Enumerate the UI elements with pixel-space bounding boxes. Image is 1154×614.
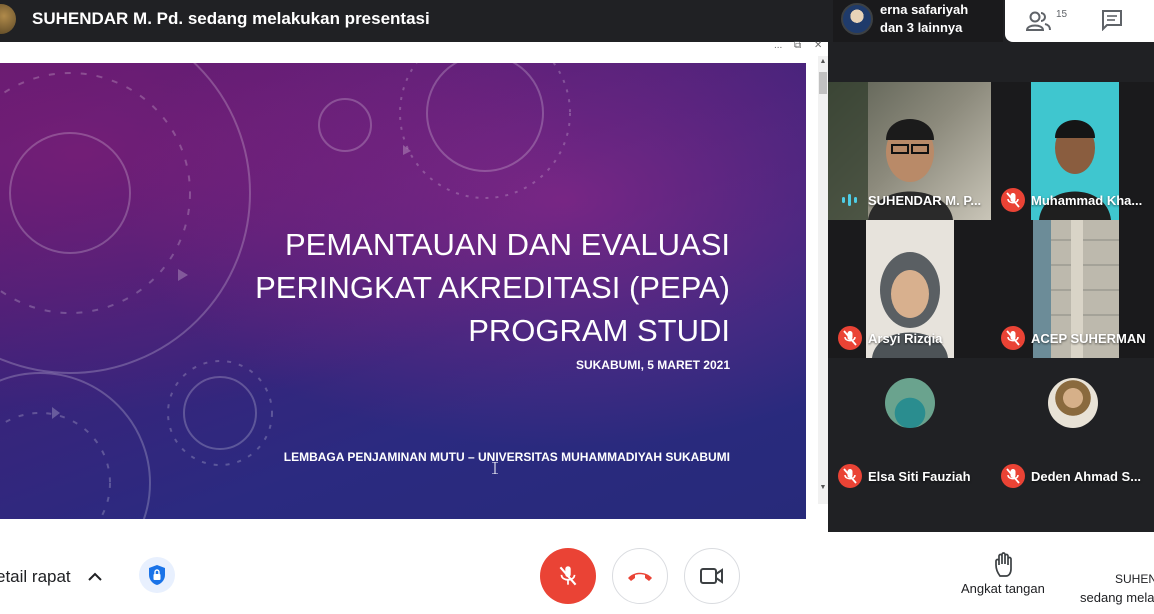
participant-tile[interactable]: SUHENDAR M. P... — [828, 82, 991, 220]
meeting-details-button[interactable]: etail rapat — [0, 567, 71, 587]
slide-title-line-2: PERINGKAT AKREDITASI (PEPA) — [255, 270, 730, 305]
participant-name: Muhammad Kha... — [1031, 193, 1143, 208]
slide-title: PEMANTAUAN DAN EVALUASI PERINGKAT AKREDI… — [130, 223, 730, 352]
close-icon[interactable]: ✕ — [814, 40, 822, 51]
raise-hand-icon[interactable] — [992, 552, 1020, 578]
presenter-avatar — [0, 4, 16, 34]
presenter-status-label: sedang mela — [1080, 590, 1154, 605]
bottom-control-bar: etail rapat Angkat tangan SUHEN sedang m… — [0, 532, 1154, 614]
muted-indicator — [1001, 464, 1025, 488]
participant-name: ACEP SUHERMAN — [1031, 331, 1146, 346]
participant-name: SUHENDAR M. P... — [868, 193, 982, 208]
scroll-thumb[interactable] — [819, 72, 827, 94]
scroll-down-arrow[interactable]: ▼ — [819, 484, 827, 492]
presenting-title: SUHENDAR M. Pd. sedang melakukan present… — [32, 9, 430, 28]
participant-tile[interactable]: Arsyi Rizqia — [828, 220, 991, 358]
muted-indicator — [1001, 326, 1025, 350]
participant-tile[interactable]: Muhammad Kha... — [991, 82, 1154, 220]
video-camera-icon — [700, 568, 723, 584]
microphone-toggle-button[interactable] — [540, 548, 596, 604]
lock-shield-icon — [149, 565, 165, 585]
participant-name: Arsyi Rizqia — [868, 331, 943, 346]
mic-off-icon — [559, 566, 577, 586]
mic-off-icon — [843, 330, 857, 346]
restore-icon[interactable]: ⧉ — [794, 40, 801, 51]
chevron-up-icon[interactable] — [86, 568, 104, 586]
slide-date: SUKABUMI, 5 MARET 2021 — [575, 358, 730, 372]
slide-organization: LEMBAGA PENJAMINAN MUTU – UNIVERSITAS MU… — [283, 450, 730, 464]
presentation-stage: ... ⧉ ✕ PEMANTAUAN DAN EVALUASI PERINGKA… — [0, 40, 828, 532]
top-bar: SUHENDAR M. Pd. sedang melakukan present… — [0, 0, 1154, 42]
top-right-panel: 15 — [1005, 0, 1154, 42]
window-controls: ... ⧉ ✕ — [770, 40, 828, 54]
mic-off-icon — [1006, 468, 1020, 484]
slide-title-line-3: PROGRAM STUDI — [468, 313, 730, 348]
host-controls-button[interactable] — [139, 557, 175, 593]
participant-avatar — [1048, 378, 1098, 428]
participant-avatar — [841, 3, 873, 35]
participant-tile[interactable]: Deden Ahmad S... — [991, 358, 1154, 496]
hang-up-icon — [628, 572, 652, 581]
raise-hand-label: Angkat tangan — [961, 581, 1045, 596]
scroll-up-arrow[interactable]: ▲ — [819, 58, 827, 66]
participant-name: Deden Ahmad S... — [1031, 469, 1142, 484]
participant-tile[interactable]: ACEP SUHERMAN — [991, 220, 1154, 358]
speaking-indicator-icon — [842, 194, 857, 206]
scrollbar[interactable]: ▲ ▼ — [818, 56, 828, 504]
chip-participant-name: erna safariyah — [880, 2, 969, 17]
camera-toggle-button[interactable] — [684, 548, 740, 604]
muted-indicator — [838, 326, 862, 350]
slide-title-line-1: PEMANTAUAN DAN EVALUASI — [284, 227, 730, 262]
chip-others-count: dan 3 lainnya — [880, 20, 963, 35]
more-options-icon[interactable]: ... — [774, 40, 782, 51]
people-count-badge: 15 — [1056, 9, 1068, 20]
shared-slide: PEMANTAUAN DAN EVALUASI PERINGKAT AKREDI… — [0, 63, 806, 519]
muted-indicator — [838, 464, 862, 488]
participant-tile[interactable]: Elsa Siti Fauziah — [828, 358, 991, 496]
people-icon — [1025, 11, 1051, 31]
participant-grid: SUHENDAR M. P... Muhammad Kha... Arsyi R… — [828, 82, 1154, 496]
participant-name: Elsa Siti Fauziah — [868, 469, 971, 484]
text-cursor-icon — [492, 462, 498, 474]
mic-off-icon — [1006, 330, 1020, 346]
participants-chip[interactable]: erna safariyah dan 3 lainnya — [833, 0, 1003, 42]
people-button[interactable]: 15 — [1025, 7, 1075, 35]
leave-call-button[interactable] — [612, 548, 668, 604]
mic-off-icon — [843, 468, 857, 484]
mic-off-icon — [1006, 192, 1020, 208]
chat-icon — [1102, 10, 1122, 32]
participant-avatar — [885, 378, 935, 428]
chat-button[interactable] — [1101, 9, 1125, 33]
muted-indicator — [1001, 188, 1025, 212]
presenter-name-label: SUHEN — [1115, 572, 1154, 586]
